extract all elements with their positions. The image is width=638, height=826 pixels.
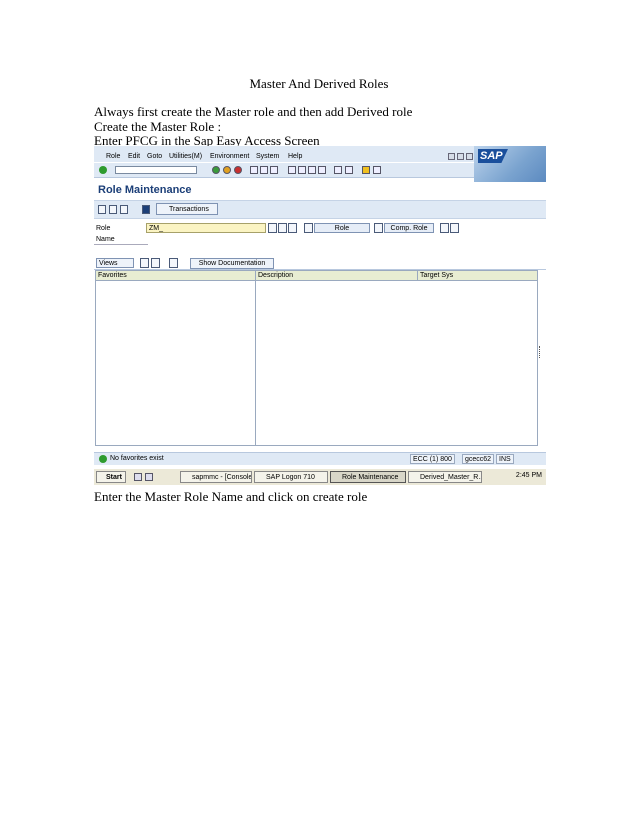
create-session-icon[interactable] [334,166,342,174]
standard-toolbar [94,163,474,178]
grid-header: Favorites Description Target Sys [96,271,537,281]
taskbar-item[interactable]: sapmmc - [Console ... [180,471,252,483]
menu-utilities[interactable]: Utilities(M) [169,153,202,160]
taskbar-item-active[interactable]: Role Maintenance [330,471,406,483]
first-page-icon[interactable] [288,166,296,174]
name-label: Name [96,236,115,243]
transport-icon[interactable] [120,205,128,214]
create-comp-role-icon[interactable] [374,223,383,233]
transactions-label: Transactions [169,206,209,213]
status-ok-icon [99,455,107,463]
status-system[interactable]: ECC (1) 800 [410,454,455,464]
create-role-icon[interactable] [304,223,313,233]
scroll-handle[interactable] [539,346,542,358]
column-divider [417,271,418,281]
show-documentation-button[interactable]: Show Documentation [190,258,274,269]
status-bar: No favorites exist ECC (1) 800 gcecc62 I… [94,452,546,465]
clock: 2:45 PM [515,472,542,479]
help-icon[interactable] [362,166,370,174]
where-used-icon[interactable] [450,223,459,233]
menu-environment[interactable]: Environment [210,153,249,160]
windows-taskbar: Start sapmmc - [Console ... SAP Logon 71… [94,468,546,485]
menu-role[interactable]: Role [106,153,120,160]
name-underline [94,244,148,245]
favorites-toolbar: Views Show Documentation [94,258,546,269]
transactions-button[interactable]: Transactions [156,203,218,215]
change-icon[interactable] [278,223,287,233]
next-page-icon[interactable] [308,166,316,174]
menu-system[interactable]: System [256,153,279,160]
delete-icon[interactable] [109,205,117,214]
create-role-button[interactable]: Role [314,223,370,233]
layout-icon[interactable] [373,166,381,174]
column-favorites[interactable]: Favorites [98,272,127,279]
info-icon[interactable] [142,205,150,214]
quicklaunch-icon[interactable] [134,473,142,481]
sap-screenshot: Role Edit Goto Utilities(M) Environment … [94,146,546,486]
back-icon[interactable] [212,166,220,174]
refresh-icon[interactable] [169,258,178,268]
subtotal-icon[interactable] [151,258,160,268]
previous-page-icon[interactable] [298,166,306,174]
copy-icon[interactable] [98,205,106,214]
application-toolbar: Transactions [94,200,546,219]
sap-logo-mark: SAP [478,149,508,163]
start-button[interactable]: Start [96,471,126,483]
taskbar-item[interactable]: Derived_Master_R... [408,471,482,483]
close-icon[interactable] [466,153,473,160]
screen-title: Role Maintenance [98,184,192,196]
find-icon[interactable] [260,166,268,174]
shortcut-icon[interactable] [345,166,353,174]
status-mode[interactable]: INS [496,454,514,464]
maximize-icon[interactable] [457,153,464,160]
menu-help[interactable]: Help [288,153,302,160]
document-title: Master And Derived Roles [249,76,389,91]
display-icon[interactable] [268,223,277,233]
status-server: gcecc62 [462,454,495,464]
create-comp-role-button[interactable]: Comp. Role [384,223,434,233]
column-description[interactable]: Description [258,272,293,279]
menu-goto[interactable]: Goto [147,153,162,160]
exit-icon[interactable] [223,166,231,174]
search-icon[interactable] [440,223,449,233]
taskbar-item[interactable]: SAP Logon 710 [254,471,328,483]
sap-logo: SAP [474,146,546,182]
menu-edit[interactable]: Edit [128,153,140,160]
cancel-icon[interactable] [234,166,242,174]
display-change-icon[interactable] [288,223,297,233]
filter-icon[interactable] [140,258,149,268]
minimize-icon[interactable] [448,153,455,160]
browser-icon[interactable] [145,473,153,481]
instruction-line-1: Always first create the Master role and … [94,104,413,119]
print-icon[interactable] [250,166,258,174]
role-input[interactable]: ZM_ [146,223,266,233]
role-label: Role [96,225,111,232]
views-button[interactable]: Views [96,258,134,268]
find-next-icon[interactable] [270,166,278,174]
command-field[interactable] [115,166,197,174]
column-target-sys[interactable]: Target Sys [420,272,453,279]
column-divider [255,271,256,445]
status-message: No favorites exist [110,455,164,462]
enter-icon[interactable] [99,166,107,174]
last-page-icon[interactable] [318,166,326,174]
instruction-line-4: Enter the Master Role Name and click on … [94,489,368,504]
favorites-grid: Favorites Description Target Sys [95,270,538,446]
